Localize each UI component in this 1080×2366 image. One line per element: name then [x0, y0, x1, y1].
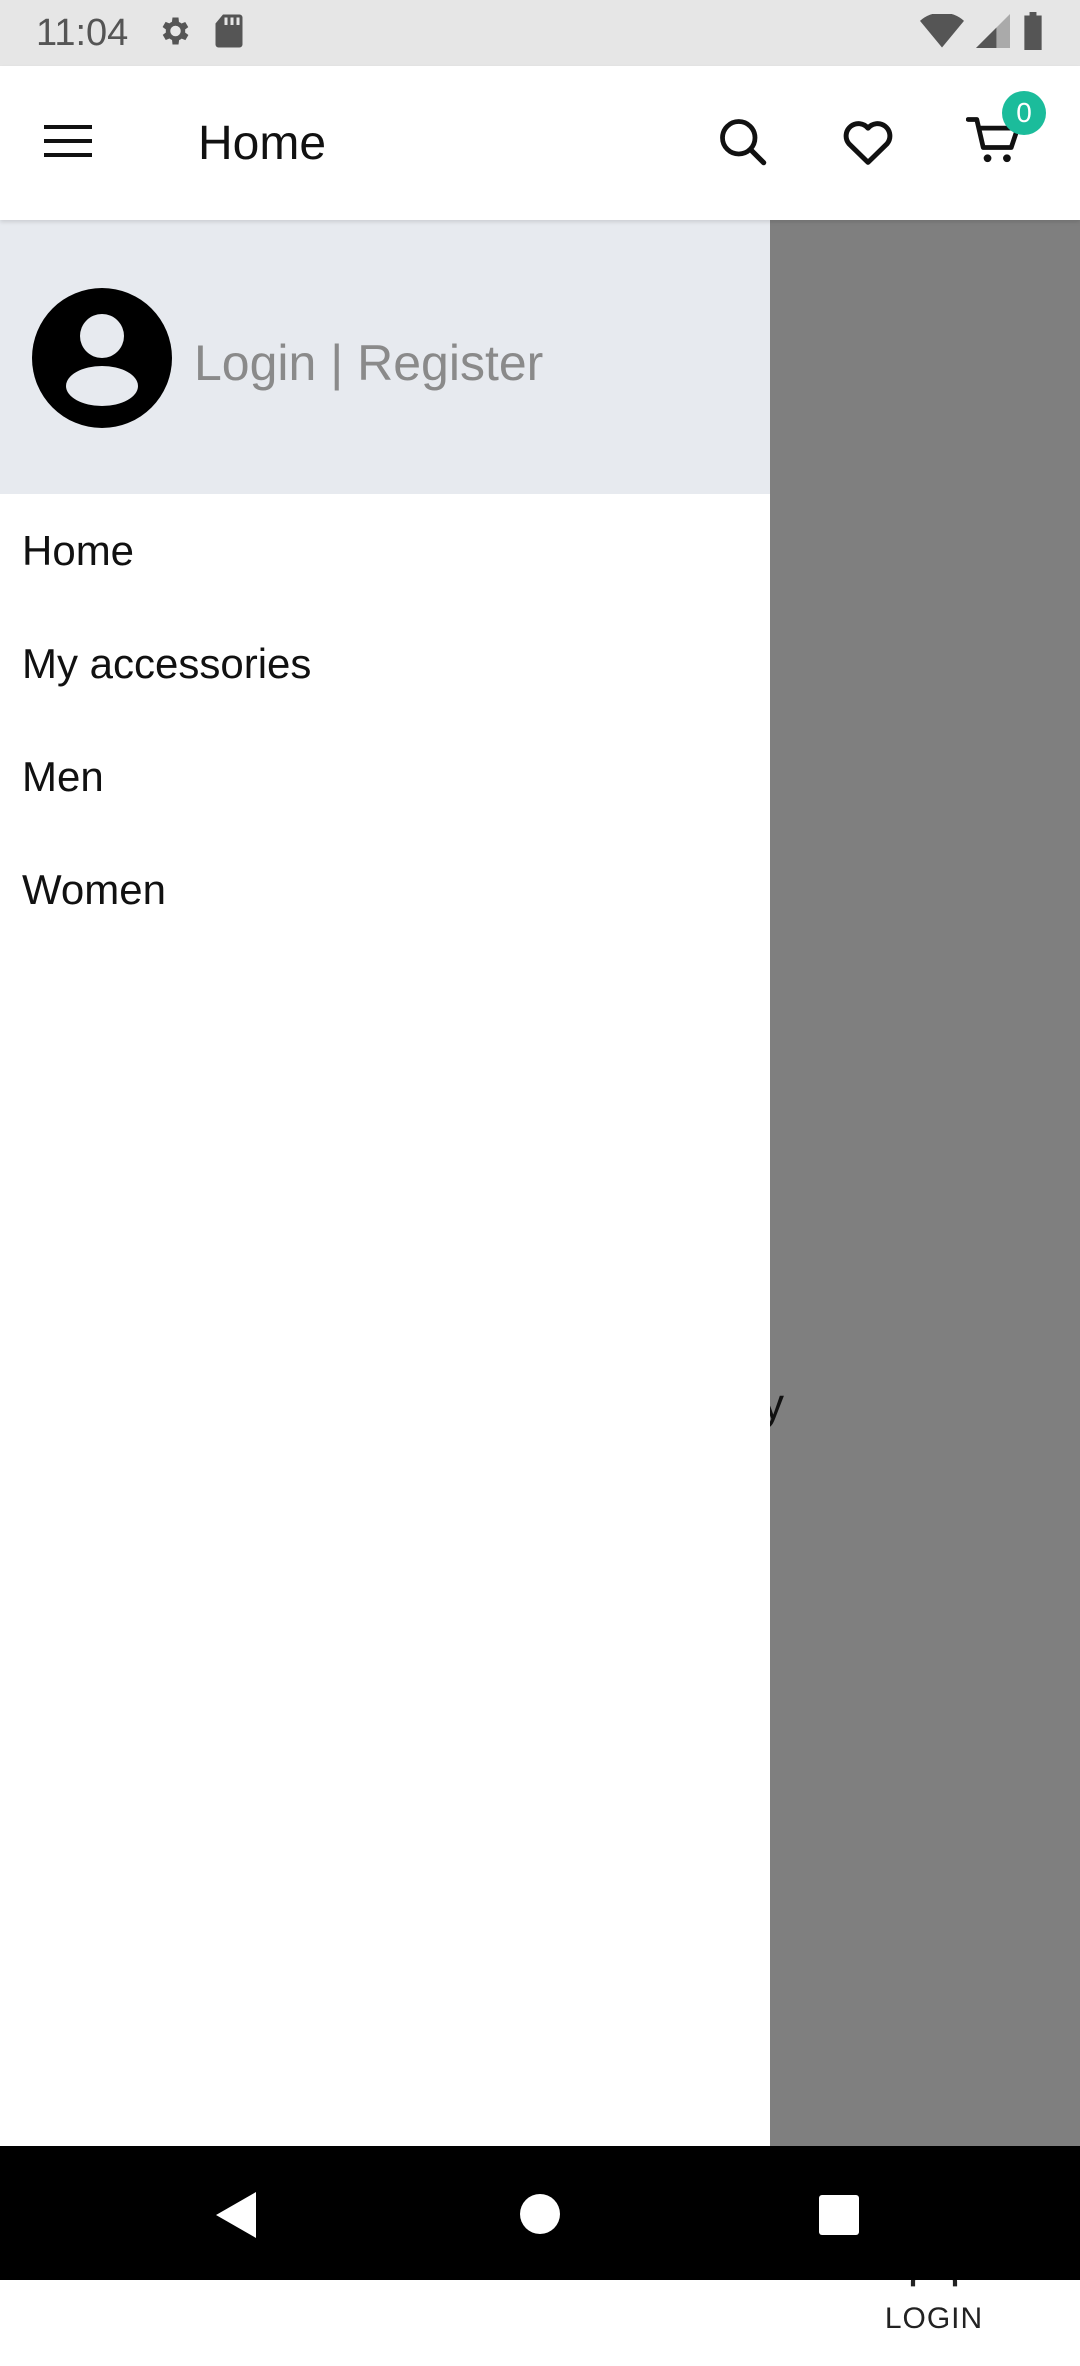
- app-header: Home 0: [0, 66, 1080, 220]
- battery-icon: [1022, 11, 1044, 55]
- wishlist-button[interactable]: [838, 113, 898, 173]
- heart-icon: [841, 116, 895, 171]
- search-icon: [716, 115, 768, 172]
- search-button[interactable]: [712, 113, 772, 173]
- drawer-menu: Home My accessories Men Women: [0, 494, 770, 946]
- drawer-item-home[interactable]: Home: [0, 494, 770, 607]
- cart-count-badge: 0: [1002, 91, 1046, 135]
- status-time: 11:04: [36, 11, 129, 54]
- status-icons-right: [920, 11, 1044, 55]
- sd-card-icon: [214, 13, 244, 54]
- cellular-signal-icon: [976, 13, 1010, 53]
- drawer-item-my-accessories[interactable]: My accessories: [0, 607, 770, 720]
- back-icon[interactable]: [214, 2190, 258, 2245]
- avatar-icon: [32, 288, 172, 428]
- wifi-icon: [920, 12, 964, 53]
- menu-button[interactable]: [40, 115, 96, 171]
- home-icon[interactable]: [518, 2192, 562, 2241]
- settings-icon: [156, 13, 192, 54]
- system-navigation-bar: [0, 2146, 1080, 2280]
- status-icons-left: [156, 13, 244, 54]
- page-title: Home: [198, 116, 327, 170]
- bottom-nav-login-label: LOGIN: [884, 2302, 984, 2335]
- header-actions: 0: [712, 66, 1046, 220]
- cart-button[interactable]: 0: [964, 91, 1046, 173]
- recents-icon[interactable]: [818, 2194, 860, 2241]
- drawer-item-women[interactable]: Women: [0, 833, 770, 946]
- drawer-header: Login | Register: [0, 220, 770, 494]
- drawer-item-men[interactable]: Men: [0, 720, 770, 833]
- navigation-drawer: Login | Register Home My accessories Men…: [0, 220, 770, 2146]
- menu-icon: [44, 121, 92, 166]
- status-bar: 11:04: [0, 0, 1080, 66]
- login-register-link[interactable]: Login | Register: [194, 334, 543, 392]
